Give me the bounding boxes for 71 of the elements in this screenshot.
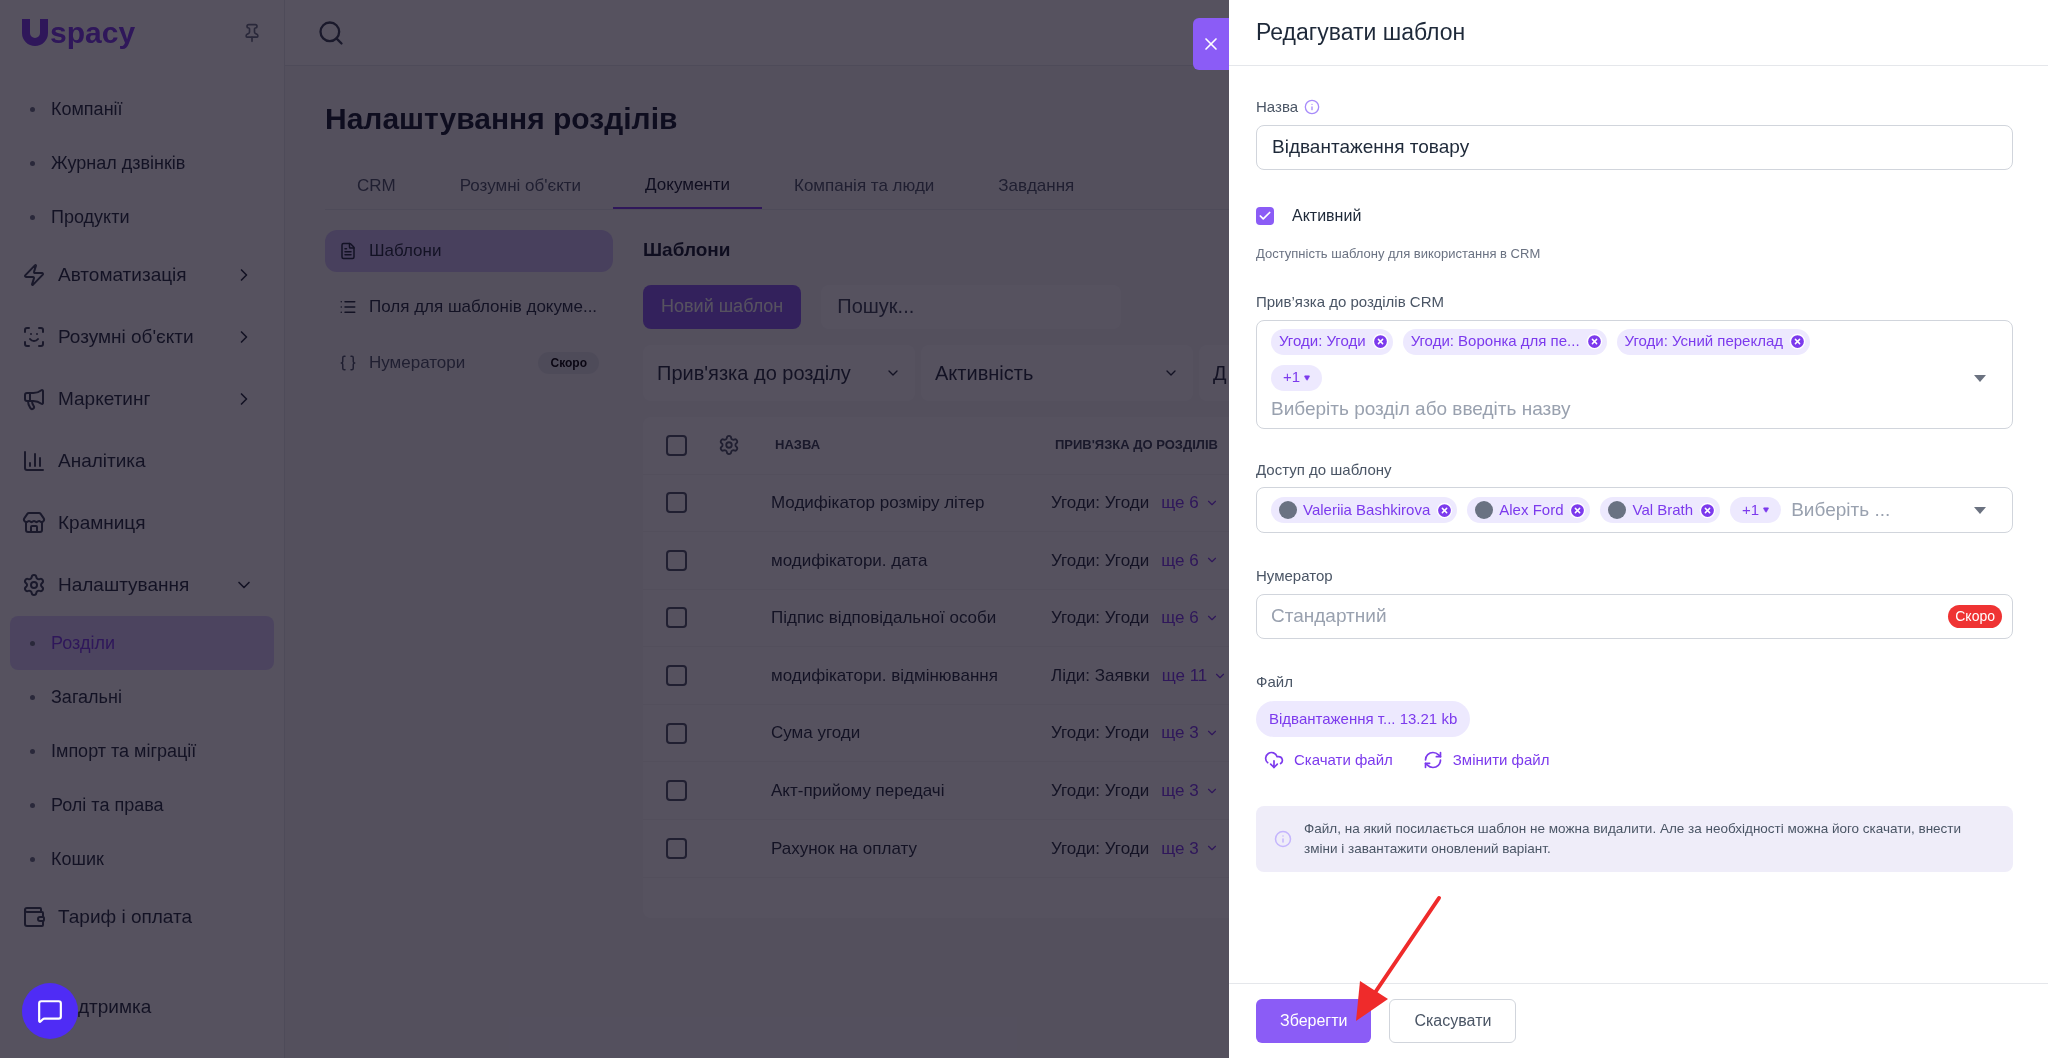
section-chip[interactable]: Угоди: Усний переклад (1616, 328, 1811, 355)
remove-icon[interactable] (1436, 501, 1454, 519)
dropdown-caret-icon[interactable] (1974, 374, 1986, 382)
name-field[interactable]: Відвантаження товару (1256, 124, 2013, 170)
field-label: Нумератор (1256, 566, 1334, 586)
active-checkbox[interactable] (1256, 206, 1274, 225)
cancel-button[interactable]: Скасувати (1389, 999, 1517, 1043)
avatar (1279, 501, 1297, 519)
logo-text: spacy (50, 18, 136, 48)
link-text: Скачати файл (1294, 750, 1393, 770)
close-button[interactable] (1193, 18, 1229, 70)
numerator-field[interactable]: Стандартний Скоро (1256, 593, 2013, 639)
template-name: Модифікатор розміру літер (771, 492, 986, 515)
binding-text: Ліди: Заявки (1051, 664, 1150, 687)
panel-title: Редагувати шаблон (1256, 18, 1466, 48)
binding-text: Угоди: Угоди (1051, 549, 1150, 572)
download-link[interactable]: Скачати файл (1264, 749, 1393, 772)
field-placeholder: Стандартний (1271, 603, 1387, 628)
remove-icon[interactable] (1699, 501, 1717, 519)
section-title: Шаблони (643, 238, 732, 262)
caret-icon (1304, 374, 1311, 381)
more-chip[interactable]: +1 (1730, 497, 1782, 523)
user-chip[interactable]: Val Brath (1600, 497, 1721, 523)
remove-icon[interactable] (1789, 333, 1807, 350)
user-chip[interactable]: Alex Ford (1467, 497, 1591, 523)
hint-text: Доступність шаблону для використання в CRM (1256, 244, 1542, 263)
save-button[interactable]: Зберегти (1256, 999, 1372, 1043)
download-icon (1264, 750, 1284, 771)
user-chip[interactable]: Valeriia Bashkirova (1271, 497, 1458, 523)
page-title: Налаштування розділів (325, 101, 679, 137)
binding-text: Угоди: Угоди (1051, 780, 1150, 802)
template-name: Сума угоди (771, 722, 862, 745)
binding-text: Угоди: Угоди (1051, 607, 1150, 630)
more-chip[interactable]: +1 (1271, 364, 1323, 391)
template-name: Підпис відповідальної особи (771, 607, 998, 630)
info-icon[interactable] (1304, 99, 1321, 116)
field-label: Назва (1256, 97, 1299, 117)
section-select[interactable]: Угоди: Угоди Угоди: Воронка для пе... Угоди: Усний переклад +1 Виберіть розділ або введіть назву (1256, 319, 2013, 429)
remove-icon[interactable] (1371, 333, 1389, 350)
column-header: НАЗВА (775, 436, 822, 455)
chat-icon (37, 998, 63, 1024)
refresh-icon (1422, 750, 1443, 771)
link-text: Змінити файл (1452, 750, 1550, 770)
caret-icon (1763, 507, 1770, 513)
remove-icon[interactable] (1569, 501, 1587, 519)
dropdown-caret-icon[interactable] (1974, 506, 1986, 514)
section-chip[interactable]: Угоди: Воронка для пе... (1402, 328, 1607, 355)
template-name: модифікатори. дата (771, 549, 929, 572)
select-placeholder: Виберіть розділ або введіть назву (1271, 396, 1572, 421)
field-label: Файл (1256, 671, 1294, 692)
checkbox-label: Активний (1292, 205, 1362, 226)
remove-icon[interactable] (1585, 333, 1603, 350)
template-name: модифікатори. відмінювання (771, 664, 999, 687)
access-select[interactable]: Valeriia Bashkirova Alex Ford Val Brath +1 Виберіть ... (1256, 487, 2013, 533)
soon-badge: Скоро (1948, 604, 2002, 628)
info-icon (1274, 829, 1292, 848)
field-label: Прив’язка до розділів CRM (1256, 292, 1445, 312)
binding-text: Угоди: Угоди (1051, 722, 1150, 745)
binding-text: Угоди: Угоди (1051, 492, 1150, 515)
file-chip[interactable]: Відвантаження т... 13.21 kb (1256, 701, 1471, 737)
section-chip[interactable]: Угоди: Угоди (1271, 328, 1393, 355)
column-header: ПРИВ'ЯЗКА ДО РОЗДІЛІВ (1055, 436, 1218, 455)
replace-link[interactable]: Змінити файл (1422, 749, 1550, 772)
select-placeholder: Виберіть ... (1791, 497, 1892, 522)
avatar (1608, 501, 1627, 519)
template-name: Акт-прийому передачі (771, 780, 946, 802)
binding-text: Угоди: Угоди (1051, 837, 1150, 860)
note-text: Файл, на який посилається шаблон не можна видалити. Але за необхідності можна його скачати, внести зміни і завантажити оновлений варіант. (1304, 819, 1963, 858)
avatar (1475, 501, 1494, 519)
field-label: Доступ до шаблону (1256, 459, 1393, 480)
template-name: Рахунок на оплату (771, 837, 918, 860)
